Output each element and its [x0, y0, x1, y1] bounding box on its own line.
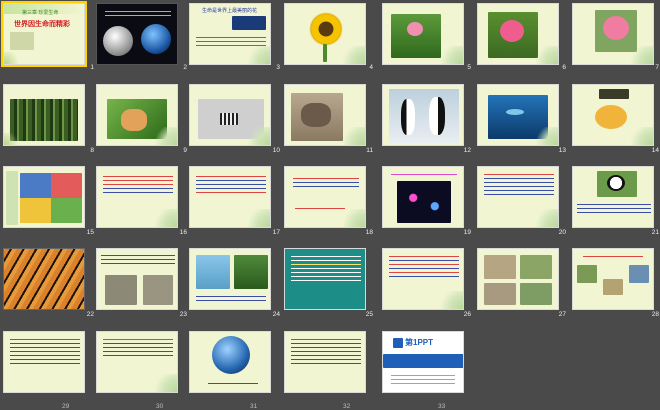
- slide-thumbnail-12[interactable]: [382, 84, 464, 146]
- ppt-logo-icon: [393, 338, 403, 348]
- slide-number-2: 2: [183, 64, 187, 71]
- slide-thumbnail-19[interactable]: [382, 166, 464, 228]
- slide-number-29: 29: [62, 403, 70, 410]
- slide-4-sunflower: [309, 12, 343, 46]
- slide-number-14: 14: [651, 147, 659, 154]
- slide-19-image: [397, 181, 451, 223]
- slide-thumbnail-30[interactable]: [96, 331, 178, 393]
- slide-number-9: 9: [183, 147, 187, 154]
- slide-number-10: 10: [272, 147, 280, 154]
- slide-thumbnail-25[interactable]: [284, 248, 366, 310]
- slide-number-16: 16: [179, 229, 187, 236]
- slide-number-3: 3: [276, 64, 280, 71]
- slide-14-animal: [595, 105, 627, 129]
- slide-thumbnail-27[interactable]: [477, 248, 559, 310]
- slide-thumbnail-3[interactable]: 生命是世界上最美丽的花: [189, 3, 271, 65]
- slide-number-30: 30: [156, 403, 164, 410]
- slide-number-13: 13: [558, 147, 566, 154]
- slide-thumbnail-6[interactable]: [477, 3, 559, 65]
- slide-number-21: 21: [651, 229, 659, 236]
- slide-number-4: 4: [369, 64, 373, 71]
- slide-thumbnail-31[interactable]: [189, 331, 271, 393]
- slide-number-17: 17: [272, 229, 280, 236]
- slide-thumbnail-9[interactable]: [96, 84, 178, 146]
- slide-number-33: 33: [438, 403, 446, 410]
- slide-1-label: 第三章 珍爱生命: [22, 10, 59, 16]
- slide-thumbnail-13[interactable]: [477, 84, 559, 146]
- slide-23-rhino: [105, 275, 137, 305]
- slide-33-logo-text: 第1PPT: [405, 338, 434, 347]
- slide-thumbnail-7[interactable]: [572, 3, 654, 65]
- slide-22-tiger: [4, 249, 84, 309]
- slide-28-diagram: [603, 279, 623, 295]
- slide-sorter-grid: 第三章 珍爱生命 世界因生命而精彩 1 2 生命是世界上最美丽的花 3 4 5 …: [0, 0, 660, 410]
- slide-thumbnail-22[interactable]: [3, 248, 85, 310]
- slide-thumbnail-2[interactable]: [96, 3, 178, 65]
- slide-thumbnail-29[interactable]: [3, 331, 85, 393]
- slide-thumbnail-8[interactable]: [3, 84, 85, 146]
- slide-thumbnail-26[interactable]: [382, 248, 464, 310]
- slide-number-25: 25: [365, 311, 373, 318]
- slide-thumbnail-4[interactable]: [284, 3, 366, 65]
- slide-number-19: 19: [463, 229, 471, 236]
- slide-number-6: 6: [562, 64, 566, 71]
- slide-number-8: 8: [90, 147, 94, 154]
- slide-number-7: 7: [655, 64, 659, 71]
- slide-number-27: 27: [558, 311, 566, 318]
- slide-number-20: 20: [558, 229, 566, 236]
- slide-number-31: 31: [250, 403, 258, 410]
- slide-number-24: 24: [272, 311, 280, 318]
- slide-number-32: 32: [343, 403, 351, 410]
- slide-thumbnail-10[interactable]: [189, 84, 271, 146]
- slide-number-22: 22: [86, 311, 94, 318]
- slide-15-collage: [20, 173, 82, 223]
- slide-thumbnail-18[interactable]: [284, 166, 366, 228]
- slide-number-23: 23: [179, 311, 187, 318]
- slide-number-5: 5: [467, 64, 471, 71]
- slide-thumbnail-32[interactable]: [284, 331, 366, 393]
- slide-thumbnail-17[interactable]: [189, 166, 271, 228]
- slide-thumbnail-11[interactable]: [284, 84, 366, 146]
- slide-thumbnail-1[interactable]: 第三章 珍爱生命 世界因生命而精彩: [1, 1, 87, 67]
- slide-number-28: 28: [651, 311, 659, 318]
- slide-number-11: 11: [366, 147, 373, 154]
- slide-12-penguins: [389, 89, 459, 143]
- slide-number-1: 1: [90, 64, 94, 71]
- slide-31-earth: [212, 336, 250, 374]
- slide-1-picture: [10, 32, 34, 50]
- slide-thumbnail-20[interactable]: [477, 166, 559, 228]
- slide-thumbnail-16[interactable]: [96, 166, 178, 228]
- slide-thumbnail-24[interactable]: [189, 248, 271, 310]
- slide-number-26: 26: [463, 311, 471, 318]
- slide-thumbnail-14[interactable]: [572, 84, 654, 146]
- slide-thumbnail-23[interactable]: [96, 248, 178, 310]
- slide-2-moon: [103, 26, 133, 56]
- slide-thumbnail-28[interactable]: [572, 248, 654, 310]
- slide-3-title: 生命是世界上最美丽的花: [202, 8, 258, 14]
- slide-thumbnail-15[interactable]: [3, 166, 85, 228]
- slide-5-lotus: [391, 14, 441, 58]
- slide-1-title: 世界因生命而精彩: [14, 21, 70, 28]
- slide-thumbnail-5[interactable]: [382, 3, 464, 65]
- slide-24-dolphin: [196, 255, 230, 289]
- slide-number-12: 12: [463, 147, 471, 154]
- slide-thumbnail-33[interactable]: 第1PPT: [382, 331, 464, 393]
- slide-number-18: 18: [365, 229, 373, 236]
- slide-27-photo-1: [484, 255, 516, 279]
- slide-2-earth: [141, 24, 171, 54]
- slide-thumbnail-21[interactable]: [572, 166, 654, 228]
- slide-number-15: 15: [86, 229, 94, 236]
